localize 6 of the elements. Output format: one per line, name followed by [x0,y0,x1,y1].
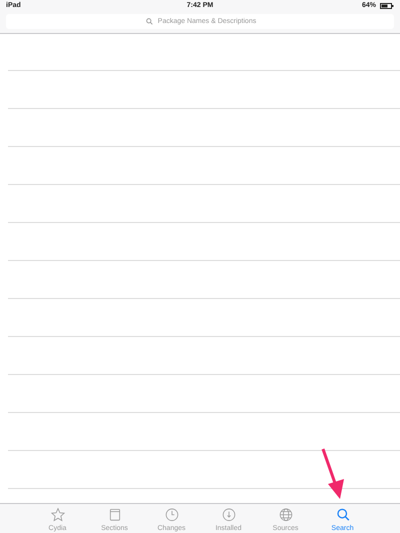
search-icon [334,507,350,522]
globe-icon [278,507,294,522]
star-icon [50,507,66,522]
battery-icon [380,3,394,9]
clock-icon [164,507,180,522]
download-icon [220,507,236,522]
